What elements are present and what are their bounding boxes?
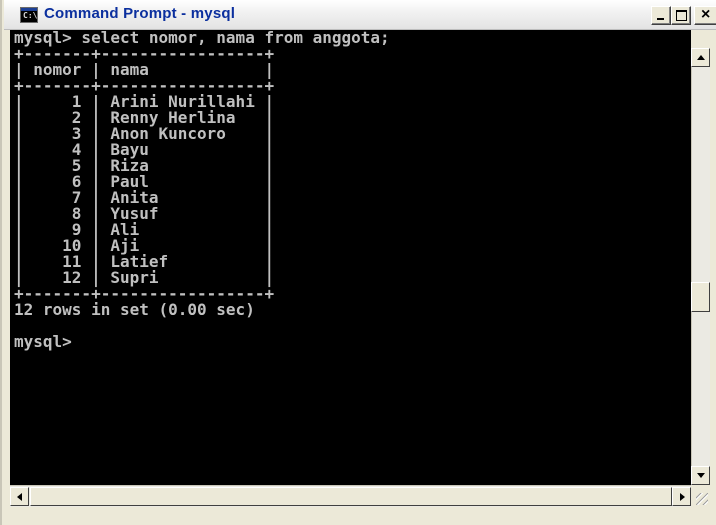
console-text: mysql> select nomor, nama from anggota; +… [10,30,691,350]
console-line: mysql> [14,332,72,351]
maximize-button[interactable] [671,6,691,25]
resize-corner[interactable] [691,485,710,507]
close-button[interactable]: × [694,6,716,25]
resize-grip-icon[interactable] [696,493,708,505]
close-icon: × [701,6,711,23]
arrow-up-icon [697,55,705,60]
arrow-right-icon [680,493,685,501]
scroll-right-button[interactable] [672,487,691,506]
title-bar[interactable]: C:\ Command Prompt - mysql × [4,0,716,30]
command-prompt-icon[interactable]: C:\ [20,7,38,23]
command-prompt-icon-text: C:\ [23,11,38,20]
console-output[interactable]: mysql> select nomor, nama from anggota; +… [10,30,691,485]
scroll-left-button[interactable] [10,487,29,506]
scroll-up-button[interactable] [691,48,710,67]
command-prompt-window: C:\ Command Prompt - mysql × mysql> sele… [0,0,716,525]
window-bottom-frame [2,507,716,525]
scroll-down-button[interactable] [691,466,710,485]
console-line: 12 rows in set (0.00 sec) [14,300,255,319]
horizontal-scroll-thumb[interactable] [30,487,672,506]
arrow-left-icon [17,493,22,501]
window-title: Command Prompt - mysql [44,5,236,22]
vertical-scroll-thumb[interactable] [691,282,710,312]
vertical-scrollbar[interactable] [691,48,710,485]
arrow-down-icon [697,473,705,478]
minimize-button[interactable] [651,6,671,25]
horizontal-scrollbar[interactable] [10,485,691,507]
